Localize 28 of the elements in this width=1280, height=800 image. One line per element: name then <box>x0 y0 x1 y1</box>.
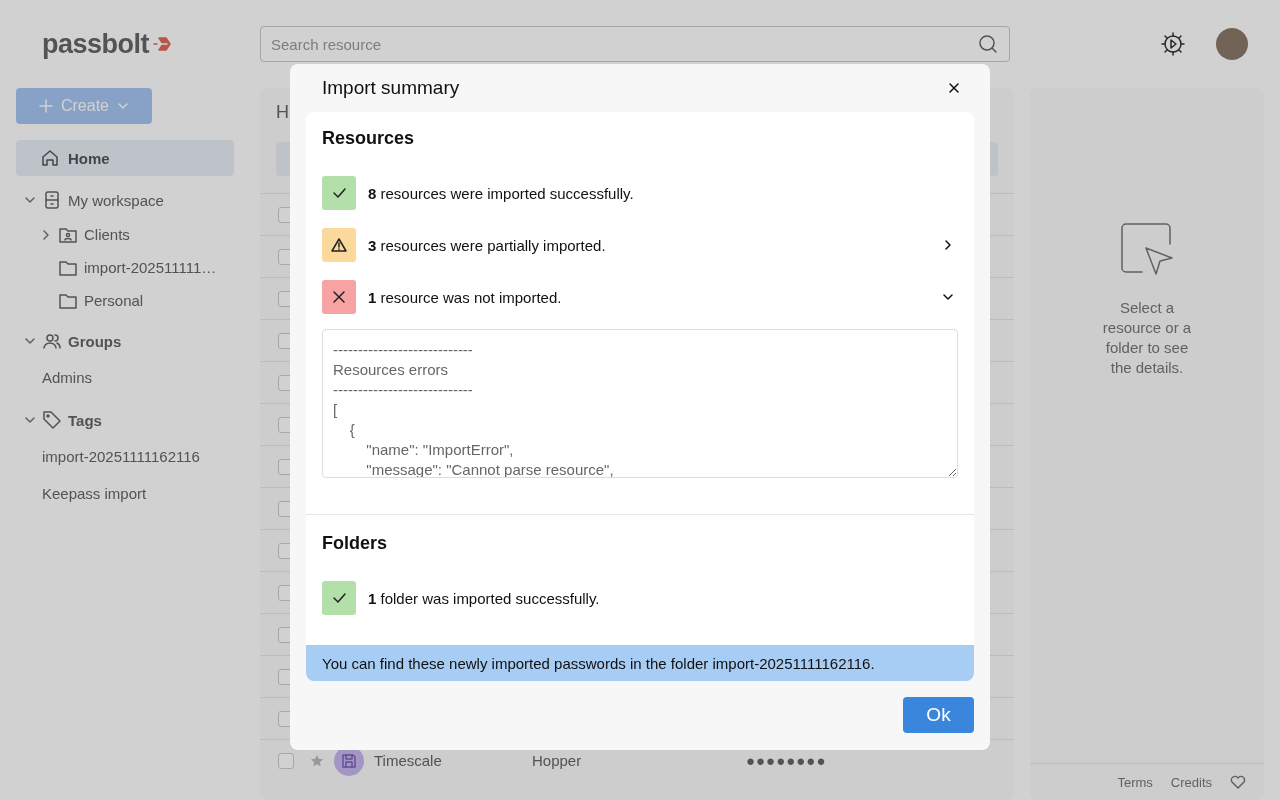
result-text: 1 folder was imported successfully. <box>368 589 601 607</box>
section-heading: Folders <box>322 533 388 555</box>
sidebar-item[interactable]: import-20251111162116 <box>42 448 200 465</box>
password-dots: ●●●●●●●● <box>746 752 827 769</box>
section-title[interactable]: Tags <box>68 411 102 429</box>
footer-link[interactable]: Terms <box>1117 774 1153 790</box>
result-text: 1 resource was not imported. <box>368 288 563 306</box>
home-item[interactable]: Home <box>16 140 234 176</box>
table-cell-text: Timescale <box>374 752 443 769</box>
section-title[interactable]: My workspace <box>68 191 164 209</box>
sidebar-item[interactable]: import-202511111… <box>84 259 217 276</box>
info-message: You can find these newly imported passwords in the folder import-20251111162116. <box>306 645 974 681</box>
section-title[interactable]: Groups <box>68 332 122 350</box>
ok-button[interactable]: Ok <box>903 697 974 733</box>
dialog-title: Import summary <box>322 77 460 99</box>
breadcrumb: H <box>276 102 289 122</box>
logo-text: passbolt <box>42 28 150 60</box>
section-heading: Resources <box>322 128 416 150</box>
footer-link[interactable]: Credits <box>1170 774 1212 790</box>
sidebar-item[interactable]: Keepass import <box>42 485 147 502</box>
sidebar-item[interactable]: Admins <box>42 369 93 386</box>
search-field[interactable]: Search resource <box>260 26 1010 62</box>
sidebar-item[interactable]: Personal <box>84 292 144 309</box>
empty-state-text: Select a resource or a folder to see the details. <box>1101 298 1193 378</box>
table-cell-text: Hopper <box>532 752 583 769</box>
result-text: 8 resources were imported successfully. <box>368 184 635 202</box>
result-text: 3 resources were partially imported. <box>368 236 607 254</box>
sidebar-item[interactable]: Clients <box>84 226 130 243</box>
